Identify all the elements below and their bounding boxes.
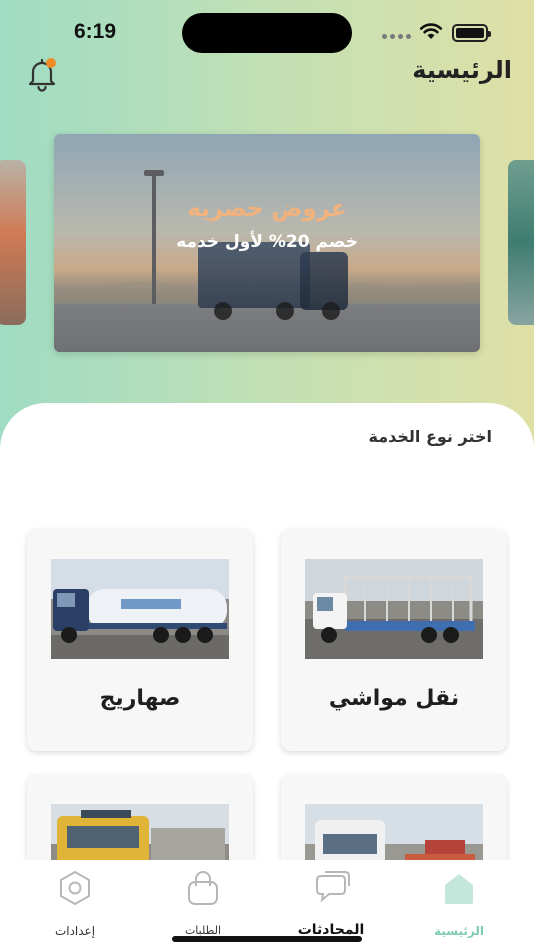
dynamic-island bbox=[182, 13, 352, 53]
banner-headline: عروض حصريه bbox=[187, 196, 347, 222]
service-label: صهاريج bbox=[99, 686, 181, 711]
status-bar: 6:19 bbox=[0, 0, 534, 62]
settings-icon bbox=[60, 871, 90, 905]
nav-item-home[interactable]: الرئيسية bbox=[409, 860, 509, 950]
carousel-slide-next[interactable] bbox=[508, 160, 534, 325]
bag-icon bbox=[188, 871, 218, 905]
service-card-livestock[interactable]: نقل مواشي bbox=[281, 529, 507, 751]
battery-icon bbox=[452, 24, 491, 42]
notification-dot bbox=[46, 58, 56, 68]
status-time: 6:19 bbox=[74, 20, 117, 43]
service-card-tankers[interactable]: صهاريج bbox=[27, 529, 253, 751]
notifications-button[interactable] bbox=[24, 56, 60, 92]
carousel-slide-active[interactable]: عروض حصريه خصم 20% لأول خدمه bbox=[54, 134, 480, 352]
banner-subtext: خصم 20% لأول خدمه bbox=[176, 232, 358, 252]
home-indicator bbox=[172, 936, 362, 942]
home-icon bbox=[445, 874, 473, 904]
nav-item-settings[interactable]: إعدادات bbox=[25, 860, 125, 950]
signal-icon bbox=[382, 34, 411, 39]
nav-label-home: الرئيسية bbox=[434, 924, 484, 938]
livestock-truck-image bbox=[305, 559, 483, 659]
carousel-slide-previous[interactable] bbox=[0, 160, 26, 325]
nav-label-settings: إعدادات bbox=[54, 924, 96, 938]
promo-carousel[interactable]: عروض حصريه خصم 20% لأول خدمه bbox=[0, 134, 534, 354]
section-title: اختر نوع الخدمة bbox=[368, 427, 492, 446]
tanker-truck-image bbox=[51, 559, 229, 659]
wifi-icon bbox=[419, 23, 443, 39]
page-title: الرئيسية bbox=[412, 56, 512, 84]
chat-icon bbox=[316, 871, 350, 903]
service-label: نقل مواشي bbox=[328, 686, 460, 711]
